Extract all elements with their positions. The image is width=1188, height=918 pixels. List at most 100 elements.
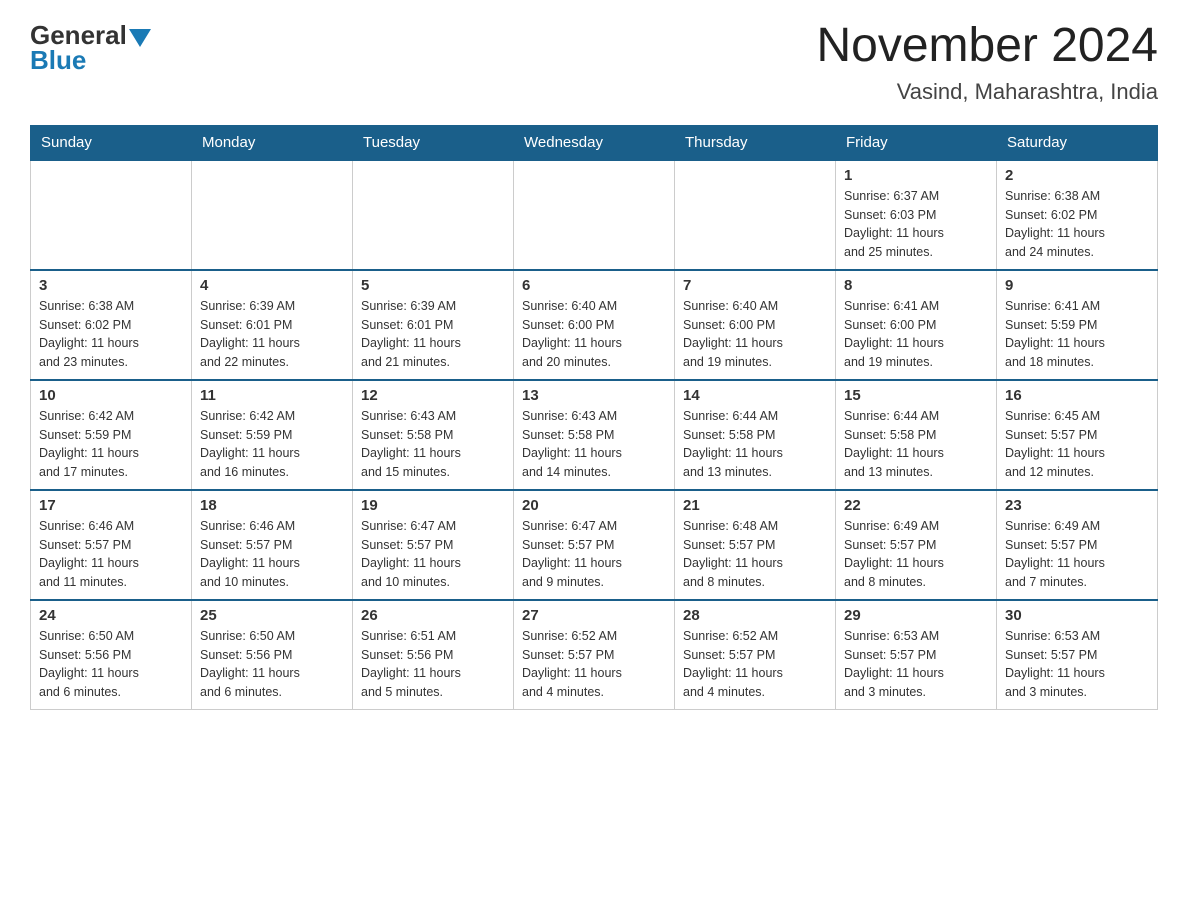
day-number: 13: [522, 387, 666, 404]
day-number: 21: [683, 497, 827, 514]
day-number: 22: [844, 497, 988, 514]
day-header-saturday: Saturday: [997, 125, 1158, 160]
calendar-cell: [192, 160, 353, 270]
calendar-cell: 15 Sunrise: 6:44 AMSunset: 5:58 PMDayligh…: [836, 380, 997, 490]
day-number: 28: [683, 607, 827, 624]
day-info: Sunrise: 6:42 AMSunset: 5:59 PMDaylight:…: [39, 409, 139, 479]
day-info: Sunrise: 6:52 AMSunset: 5:57 PMDaylight:…: [522, 629, 622, 699]
calendar-cell: 19Sunrise: 6:47 AMSunset: 5:57 PMDayligh…: [353, 490, 514, 600]
day-number: 27: [522, 607, 666, 624]
day-number: 5: [361, 277, 505, 294]
day-header-tuesday: Tuesday: [353, 125, 514, 160]
day-number: 7: [683, 277, 827, 294]
day-number: 4: [200, 277, 344, 294]
location-title: Vasind, Maharashtra, India: [816, 79, 1158, 105]
calendar-week-row: 10 Sunrise: 6:42 AMSunset: 5:59 PMDayligh…: [31, 380, 1158, 490]
day-info: Sunrise: 6:40 AMSunset: 6:00 PMDaylight:…: [522, 299, 622, 369]
calendar-table: SundayMondayTuesdayWednesdayThursdayFrid…: [30, 125, 1158, 711]
day-number: 15: [844, 387, 988, 404]
day-number: 1: [844, 167, 988, 184]
calendar-cell: [31, 160, 192, 270]
title-area: November 2024 Vasind, Maharashtra, India: [816, 20, 1158, 105]
day-info: Sunrise: 6:38 AMSunset: 6:02 PMDaylight:…: [39, 299, 139, 369]
day-header-thursday: Thursday: [675, 125, 836, 160]
day-info: Sunrise: 6:39 AMSunset: 6:01 PMDaylight:…: [200, 299, 300, 369]
month-title: November 2024: [816, 20, 1158, 73]
days-of-week-row: SundayMondayTuesdayWednesdayThursdayFrid…: [31, 125, 1158, 160]
calendar-cell: 13 Sunrise: 6:43 AMSunset: 5:58 PMDayligh…: [514, 380, 675, 490]
day-info: Sunrise: 6:37 AMSunset: 6:03 PMDaylight:…: [844, 189, 944, 259]
day-info: Sunrise: 6:53 AMSunset: 5:57 PMDaylight:…: [1005, 629, 1105, 699]
day-info: Sunrise: 6:43 AMSunset: 5:58 PMDaylight:…: [522, 409, 622, 479]
logo-arrow-icon: [129, 29, 151, 49]
day-number: 17: [39, 497, 183, 514]
calendar-cell: 6 Sunrise: 6:40 AMSunset: 6:00 PMDaylight…: [514, 270, 675, 380]
day-info: Sunrise: 6:49 AMSunset: 5:57 PMDaylight:…: [844, 519, 944, 589]
calendar-cell: 23Sunrise: 6:49 AMSunset: 5:57 PMDayligh…: [997, 490, 1158, 600]
calendar-week-row: 1 Sunrise: 6:37 AMSunset: 6:03 PMDaylight…: [31, 160, 1158, 270]
day-info: Sunrise: 6:50 AMSunset: 5:56 PMDaylight:…: [200, 629, 300, 699]
calendar-cell: 3 Sunrise: 6:38 AMSunset: 6:02 PMDaylight…: [31, 270, 192, 380]
day-number: 6: [522, 277, 666, 294]
day-number: 29: [844, 607, 988, 624]
calendar-cell: [353, 160, 514, 270]
calendar-cell: 16Sunrise: 6:45 AMSunset: 5:57 PMDayligh…: [997, 380, 1158, 490]
calendar-cell: 8Sunrise: 6:41 AMSunset: 6:00 PMDaylight…: [836, 270, 997, 380]
day-number: 8: [844, 277, 988, 294]
day-number: 12: [361, 387, 505, 404]
calendar-cell: 1 Sunrise: 6:37 AMSunset: 6:03 PMDaylight…: [836, 160, 997, 270]
logo: General Blue: [30, 20, 151, 76]
calendar-cell: 25 Sunrise: 6:50 AMSunset: 5:56 PMDayligh…: [192, 600, 353, 710]
calendar-cell: 18Sunrise: 6:46 AMSunset: 5:57 PMDayligh…: [192, 490, 353, 600]
calendar-cell: [514, 160, 675, 270]
day-info: Sunrise: 6:44 AMSunset: 5:58 PMDaylight:…: [683, 409, 783, 479]
calendar-cell: 17Sunrise: 6:46 AMSunset: 5:57 PMDayligh…: [31, 490, 192, 600]
day-header-wednesday: Wednesday: [514, 125, 675, 160]
day-info: Sunrise: 6:45 AMSunset: 5:57 PMDaylight:…: [1005, 409, 1105, 479]
calendar-cell: 9Sunrise: 6:41 AMSunset: 5:59 PMDaylight…: [997, 270, 1158, 380]
day-info: Sunrise: 6:46 AMSunset: 5:57 PMDaylight:…: [200, 519, 300, 589]
day-info: Sunrise: 6:40 AMSunset: 6:00 PMDaylight:…: [683, 299, 783, 369]
day-number: 11: [200, 387, 344, 404]
calendar-cell: [675, 160, 836, 270]
page-header: General Blue November 2024 Vasind, Mahar…: [30, 20, 1158, 105]
day-info: Sunrise: 6:53 AMSunset: 5:57 PMDaylight:…: [844, 629, 944, 699]
day-number: 23: [1005, 497, 1149, 514]
calendar-cell: 24Sunrise: 6:50 AMSunset: 5:56 PMDayligh…: [31, 600, 192, 710]
day-number: 9: [1005, 277, 1149, 294]
day-header-monday: Monday: [192, 125, 353, 160]
day-header-sunday: Sunday: [31, 125, 192, 160]
calendar-cell: 28Sunrise: 6:52 AMSunset: 5:57 PMDayligh…: [675, 600, 836, 710]
day-header-friday: Friday: [836, 125, 997, 160]
day-info: Sunrise: 6:50 AMSunset: 5:56 PMDaylight:…: [39, 629, 139, 699]
day-number: 25: [200, 607, 344, 624]
day-number: 14: [683, 387, 827, 404]
day-info: Sunrise: 6:47 AMSunset: 5:57 PMDaylight:…: [361, 519, 461, 589]
calendar-week-row: 24Sunrise: 6:50 AMSunset: 5:56 PMDayligh…: [31, 600, 1158, 710]
calendar-cell: 26 Sunrise: 6:51 AMSunset: 5:56 PMDayligh…: [353, 600, 514, 710]
day-number: 26: [361, 607, 505, 624]
logo-blue-text: Blue: [30, 45, 86, 76]
calendar-cell: 22 Sunrise: 6:49 AMSunset: 5:57 PMDayligh…: [836, 490, 997, 600]
day-info: Sunrise: 6:47 AMSunset: 5:57 PMDaylight:…: [522, 519, 622, 589]
day-info: Sunrise: 6:38 AMSunset: 6:02 PMDaylight:…: [1005, 189, 1105, 259]
day-info: Sunrise: 6:44 AMSunset: 5:58 PMDaylight:…: [844, 409, 944, 479]
calendar-cell: 11Sunrise: 6:42 AMSunset: 5:59 PMDayligh…: [192, 380, 353, 490]
day-number: 2: [1005, 167, 1149, 184]
calendar-cell: 29 Sunrise: 6:53 AMSunset: 5:57 PMDayligh…: [836, 600, 997, 710]
calendar-cell: 21 Sunrise: 6:48 AMSunset: 5:57 PMDayligh…: [675, 490, 836, 600]
day-info: Sunrise: 6:39 AMSunset: 6:01 PMDaylight:…: [361, 299, 461, 369]
calendar-cell: 7 Sunrise: 6:40 AMSunset: 6:00 PMDaylight…: [675, 270, 836, 380]
calendar-cell: 5 Sunrise: 6:39 AMSunset: 6:01 PMDaylight…: [353, 270, 514, 380]
calendar-cell: 20 Sunrise: 6:47 AMSunset: 5:57 PMDayligh…: [514, 490, 675, 600]
calendar-cell: 4 Sunrise: 6:39 AMSunset: 6:01 PMDaylight…: [192, 270, 353, 380]
day-number: 3: [39, 277, 183, 294]
day-number: 10: [39, 387, 183, 404]
calendar-week-row: 3 Sunrise: 6:38 AMSunset: 6:02 PMDaylight…: [31, 270, 1158, 380]
calendar-cell: 10 Sunrise: 6:42 AMSunset: 5:59 PMDayligh…: [31, 380, 192, 490]
day-info: Sunrise: 6:51 AMSunset: 5:56 PMDaylight:…: [361, 629, 461, 699]
day-number: 20: [522, 497, 666, 514]
day-info: Sunrise: 6:48 AMSunset: 5:57 PMDaylight:…: [683, 519, 783, 589]
day-info: Sunrise: 6:43 AMSunset: 5:58 PMDaylight:…: [361, 409, 461, 479]
calendar-cell: 30Sunrise: 6:53 AMSunset: 5:57 PMDayligh…: [997, 600, 1158, 710]
